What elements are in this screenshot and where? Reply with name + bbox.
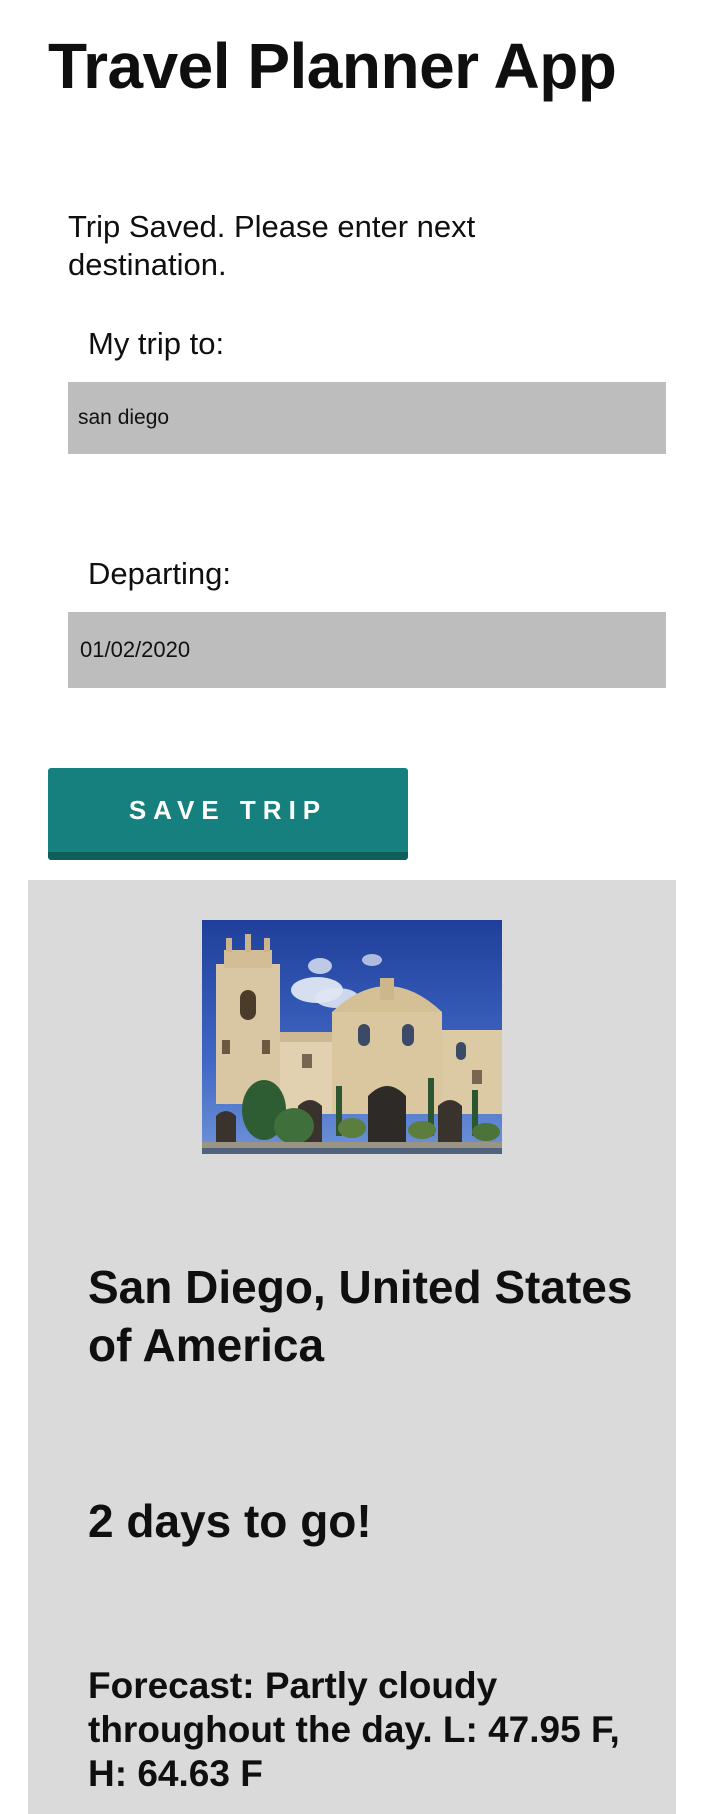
status-message: Trip Saved. Please enter next destinatio… [68, 209, 476, 282]
destination-name: San Diego, United States of America [88, 1261, 633, 1371]
destination-label: My trip to: [88, 326, 225, 361]
travel-planner-page: Travel Planner App Trip Saved. Please en… [0, 0, 708, 1814]
departing-label: Departing: [88, 556, 232, 591]
destination-photo [202, 920, 502, 1154]
departing-date-input[interactable] [68, 612, 666, 688]
app-title: Travel Planner App [48, 30, 617, 102]
save-trip-button[interactable]: SAVE TRIP [48, 768, 408, 860]
trip-countdown: 2 days to go! [88, 1495, 372, 1547]
destination-input[interactable] [68, 382, 666, 454]
weather-forecast: Forecast: Partly cloudy throughout the d… [88, 1665, 620, 1794]
